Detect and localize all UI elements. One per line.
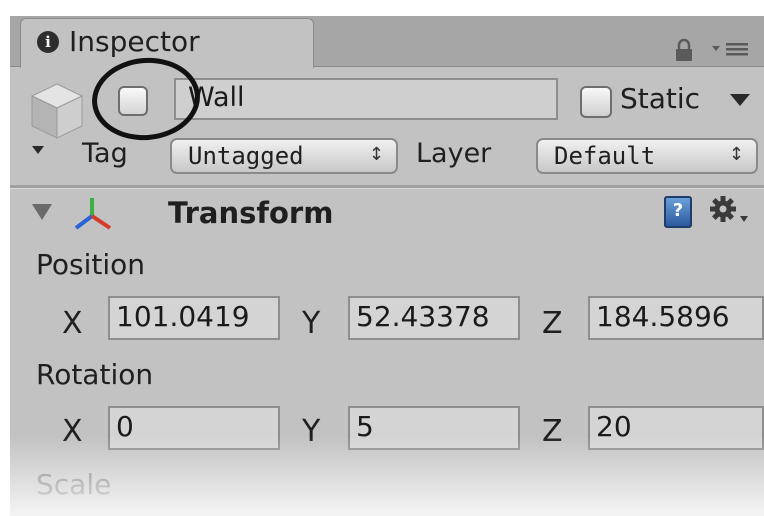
- static-dropdown-arrow-icon[interactable]: [730, 94, 750, 106]
- position-z-label[interactable]: Z: [542, 306, 563, 341]
- object-name-field[interactable]: Wall: [174, 78, 558, 120]
- static-checkbox[interactable]: [580, 86, 612, 118]
- updown-arrow-icon: ↕: [728, 144, 744, 165]
- info-icon: i: [37, 31, 59, 53]
- layer-dropdown[interactable]: Default ↕: [536, 138, 758, 174]
- tab-strip: i Inspector: [10, 16, 764, 68]
- tag-value: Untagged: [188, 142, 304, 170]
- game-object-icon[interactable]: [28, 80, 86, 158]
- position-z-field[interactable]: 184.5896: [588, 296, 764, 340]
- foldout-arrow-icon[interactable]: [32, 204, 52, 220]
- scale-label: Scale: [36, 468, 112, 501]
- static-label[interactable]: Static: [620, 82, 700, 115]
- position-x-label[interactable]: X: [62, 306, 83, 341]
- rotation-x-label[interactable]: X: [62, 414, 83, 449]
- tab-menu-icon[interactable]: [710, 40, 750, 58]
- help-icon[interactable]: ?: [664, 196, 692, 228]
- rotation-y-field[interactable]: 5: [348, 406, 520, 450]
- rotation-z-label[interactable]: Z: [542, 414, 563, 449]
- rotation-x-field[interactable]: 0: [108, 406, 280, 450]
- layer-value: Default: [554, 142, 656, 170]
- rotation-y-label[interactable]: Y: [302, 414, 320, 449]
- position-x-field[interactable]: 101.0419: [108, 296, 280, 340]
- position-label: Position: [36, 248, 146, 281]
- inspector-panel: i Inspector Wall Static Tag Untagged ↕ L…: [10, 16, 764, 516]
- gear-icon[interactable]: [708, 194, 750, 228]
- header-separator: [10, 185, 764, 189]
- tag-label: Tag: [82, 138, 128, 169]
- position-y-label[interactable]: Y: [302, 306, 320, 341]
- tab-title: Inspector: [69, 25, 200, 58]
- updown-arrow-icon: ↕: [368, 144, 384, 165]
- layer-label: Layer: [416, 138, 492, 169]
- rotation-label: Rotation: [36, 358, 154, 391]
- tag-dropdown[interactable]: Untagged ↕: [170, 138, 398, 174]
- transform-icon: [74, 198, 112, 230]
- lock-icon[interactable]: [674, 38, 694, 62]
- position-y-field[interactable]: 52.43378: [348, 296, 520, 340]
- component-title: Transform: [168, 196, 334, 230]
- rotation-z-field[interactable]: 20: [588, 406, 764, 450]
